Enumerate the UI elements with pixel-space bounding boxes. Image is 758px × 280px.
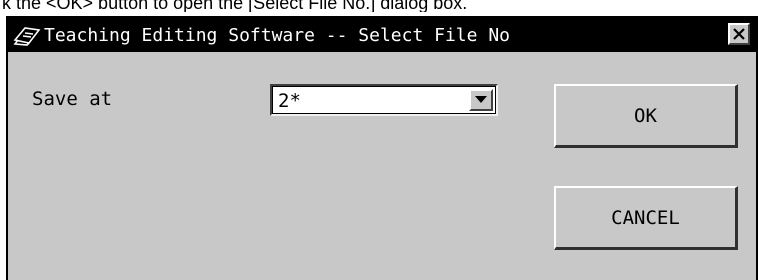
ok-button[interactable]: OK — [554, 84, 738, 148]
instruction-caption: k the <OK> button to open the [Select Fi… — [2, 0, 468, 12]
select-file-no-dialog: Teaching Editing Software -- Select File… — [6, 16, 758, 280]
file-no-value: 2* — [278, 90, 301, 112]
dropdown-arrow-icon — [475, 96, 487, 103]
dropdown-button[interactable] — [469, 89, 493, 111]
dialog-titlebar[interactable]: Teaching Editing Software -- Select File… — [8, 18, 756, 52]
save-at-label: Save at — [32, 88, 113, 110]
close-button[interactable] — [728, 23, 750, 45]
close-icon — [733, 28, 745, 40]
teaching-pendant-icon — [12, 23, 42, 47]
file-no-select[interactable]: 2* — [270, 84, 498, 116]
cancel-button[interactable]: CANCEL — [554, 186, 738, 250]
dialog-title: Teaching Editing Software -- Select File… — [44, 24, 510, 46]
